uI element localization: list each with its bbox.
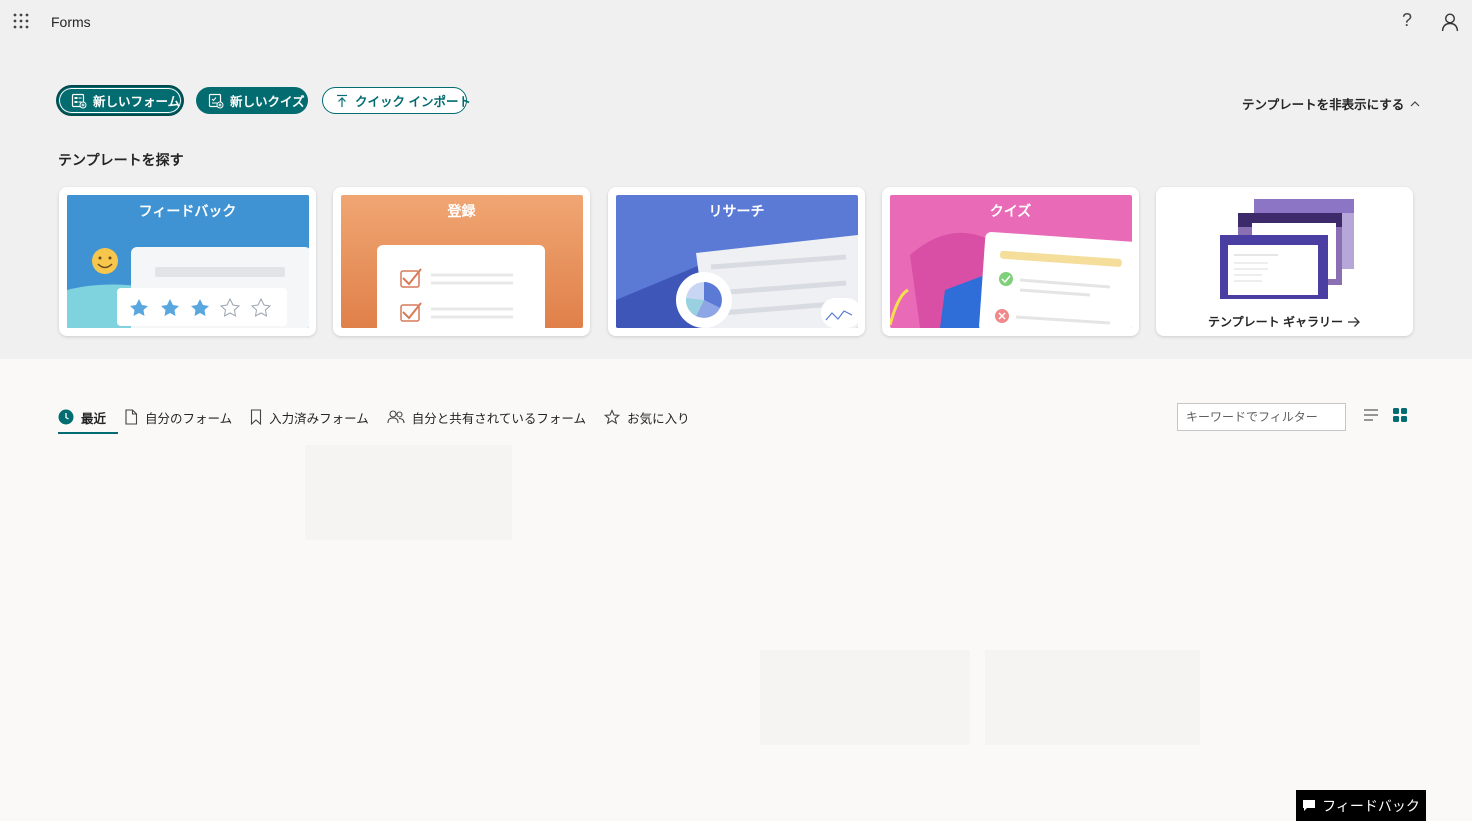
upload-icon: [337, 94, 347, 107]
hide-templates-label: テンプレートを非表示にする: [1242, 98, 1405, 112]
help-icon[interactable]: ?: [1398, 10, 1416, 31]
list-view-icon[interactable]: [1363, 408, 1379, 422]
template-card-feedback[interactable]: フィードバック: [59, 187, 316, 336]
template-gallery-label: テンプレート ギャラリー: [1208, 315, 1343, 329]
templates-title: テンプレートを探す: [58, 152, 184, 168]
tab-favorites[interactable]: お気に入り: [604, 404, 690, 430]
chat-icon: [1303, 800, 1316, 811]
template-card-label: フィードバック: [138, 203, 237, 219]
quick-import-label: クイック インポート: [355, 95, 471, 109]
template-gallery-link[interactable]: テンプレート ギャラリー: [1156, 313, 1413, 330]
app-name[interactable]: Forms: [51, 14, 91, 30]
tab-label: 入力済みフォーム: [269, 411, 369, 426]
bookmark-icon: [251, 409, 262, 425]
new-quiz-icon: [208, 93, 224, 108]
tab-label: 最近: [81, 411, 107, 426]
feedback-button[interactable]: フィードバック: [1296, 790, 1426, 821]
loading-placeholder: [985, 650, 1200, 745]
template-gallery-card[interactable]: テンプレート ギャラリー: [1156, 187, 1413, 336]
hide-templates-button[interactable]: テンプレートを非表示にする: [1242, 94, 1420, 113]
template-card-label: 登録: [447, 203, 476, 219]
template-card-label: クイズ: [989, 203, 1032, 219]
forms-tabs: 最近 自分のフォーム 入力済みフォーム 自分と共有されているフォーム お気に入り: [58, 404, 708, 434]
template-card-label: リサーチ: [708, 203, 765, 219]
grid-view-icon[interactable]: [1393, 408, 1407, 422]
new-quiz-button[interactable]: 新しいクイズ: [196, 87, 308, 114]
tab-shared-with-me[interactable]: 自分と共有されているフォーム: [387, 404, 586, 430]
template-card-research[interactable]: リサーチ: [608, 187, 865, 336]
template-card-quiz[interactable]: クイズ: [882, 187, 1139, 336]
feedback-label: フィードバック: [1322, 797, 1420, 814]
user-icon[interactable]: [1440, 12, 1460, 32]
loading-placeholder: [760, 650, 970, 745]
arrow-right-icon: [1347, 316, 1360, 327]
tab-label: 自分と共有されているフォーム: [411, 411, 587, 426]
star-icon: [604, 409, 621, 425]
loading-placeholder: [305, 445, 512, 540]
new-form-label: 新しいフォーム: [93, 95, 181, 109]
tab-filled-forms[interactable]: 入力済みフォーム: [250, 404, 369, 430]
template-card-registration[interactable]: 登録: [333, 187, 590, 336]
new-form-icon: [71, 93, 87, 108]
clock-icon: [58, 409, 74, 425]
tab-recent[interactable]: 最近: [58, 404, 119, 434]
new-form-button[interactable]: 新しいフォーム: [58, 87, 182, 114]
header-region: Forms ? 新しいフォーム 新しいクイズ クイック インポート テンプレート…: [0, 0, 1472, 359]
document-icon: [125, 409, 138, 425]
template-gallery-illustration: [1220, 199, 1354, 299]
chevron-up-icon: [1410, 100, 1420, 106]
app-launcher-icon[interactable]: [13, 13, 29, 29]
tab-label: 自分のフォーム: [145, 411, 233, 426]
new-quiz-label: 新しいクイズ: [230, 95, 305, 109]
people-icon: [387, 410, 405, 424]
tab-my-forms[interactable]: 自分のフォーム: [124, 404, 232, 430]
quick-import-button[interactable]: クイック インポート: [322, 87, 471, 114]
keyword-filter-input[interactable]: [1177, 403, 1346, 431]
tab-label: お気に入り: [627, 411, 690, 426]
app-bar: Forms ?: [0, 0, 1472, 44]
